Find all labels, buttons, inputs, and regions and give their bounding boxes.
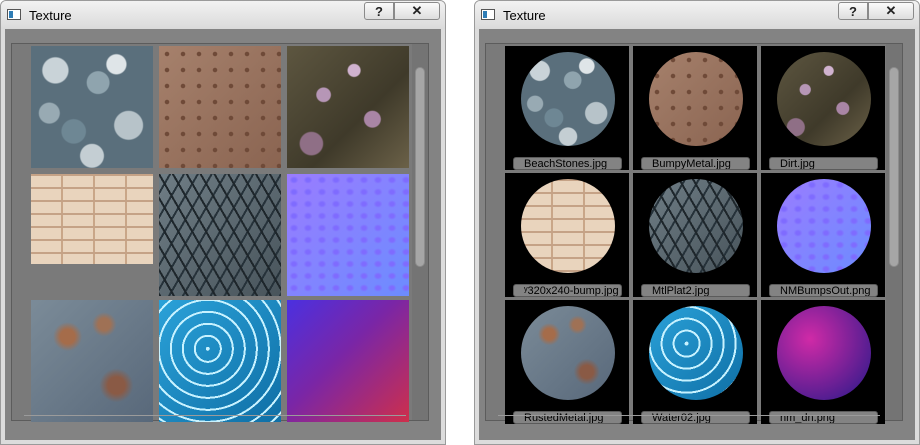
app-window-icon	[7, 9, 21, 20]
bottom-divider	[498, 415, 880, 416]
texture-item[interactable]: RustedMetal.jpg	[505, 300, 629, 424]
texture-tile-dirt[interactable]	[287, 46, 409, 168]
vertical-scrollbar[interactable]	[886, 44, 902, 420]
texture-sphere-preview	[649, 179, 743, 273]
texture-grid-panel	[11, 43, 429, 422]
texture-preview-grid: BeachStones.jpg BumpyMetal.jpg Dirt.jpg …	[502, 44, 886, 424]
help-button[interactable]: ?	[838, 2, 868, 20]
window-title: Texture	[29, 8, 72, 23]
texture-sphere-preview	[777, 52, 871, 146]
texture-filename: NMBumpsOut.png	[769, 284, 878, 297]
title-bar[interactable]: Texture ? ✕	[1, 1, 445, 29]
texture-tile-stones[interactable]	[31, 46, 153, 168]
texture-sphere-preview	[649, 306, 743, 400]
texture-filename: BeachStones.jpg	[513, 157, 622, 170]
texture-sphere-preview	[521, 52, 615, 146]
texture-tile-water[interactable]	[159, 300, 281, 422]
texture-sphere-preview	[777, 306, 871, 400]
texture-item[interactable]: nm_dn.png	[761, 300, 885, 424]
texture-sphere-preview	[521, 306, 615, 400]
texture-tile-nm-dn[interactable]	[287, 300, 409, 422]
texture-filename: RustedMetal.jpg	[513, 411, 622, 424]
texture-item[interactable]: BeachStones.jpg	[505, 46, 629, 170]
texture-grid	[28, 44, 412, 422]
texture-filename: BumpyMetal.jpg	[641, 157, 750, 170]
texture-item[interactable]: ʸ320x240-bump.jpg	[505, 173, 629, 297]
texture-sphere-preview	[777, 179, 871, 273]
window-content	[5, 29, 441, 440]
texture-window-grid: Texture ? ✕	[0, 0, 446, 445]
vertical-scrollbar[interactable]	[412, 44, 428, 420]
help-button[interactable]: ?	[364, 2, 394, 20]
texture-item[interactable]: BumpyMetal.jpg	[633, 46, 757, 170]
bottom-divider	[24, 415, 406, 416]
texture-window-preview: Texture ? ✕ BeachStones.jpg BumpyMetal.j…	[474, 0, 920, 445]
texture-tile-normal-bumps[interactable]	[287, 174, 409, 296]
texture-tile-bumpy-metal[interactable]	[159, 46, 281, 168]
texture-filename: ʸ320x240-bump.jpg	[513, 284, 622, 297]
texture-tile-metal-plate[interactable]	[159, 174, 281, 296]
texture-item[interactable]: Water02.jpg	[633, 300, 757, 424]
texture-filename: Water02.jpg	[641, 411, 750, 424]
texture-filename: nm_dn.png	[769, 411, 878, 424]
app-window-icon	[481, 9, 495, 20]
texture-tile-rusted-metal[interactable]	[31, 300, 153, 422]
title-bar[interactable]: Texture ? ✕	[475, 1, 919, 29]
scrollbar-thumb[interactable]	[889, 67, 899, 267]
texture-item[interactable]: MtlPlat2.jpg	[633, 173, 757, 297]
texture-item[interactable]: NMBumpsOut.png	[761, 173, 885, 297]
window-title: Texture	[503, 8, 546, 23]
texture-filename: MtlPlat2.jpg	[641, 284, 750, 297]
close-button[interactable]: ✕	[394, 2, 440, 20]
texture-sphere-preview	[649, 52, 743, 146]
texture-preview-panel: BeachStones.jpg BumpyMetal.jpg Dirt.jpg …	[485, 43, 903, 424]
texture-sphere-preview	[521, 179, 615, 273]
texture-item[interactable]: Dirt.jpg	[761, 46, 885, 170]
close-button[interactable]: ✕	[868, 2, 914, 20]
scrollbar-thumb[interactable]	[415, 67, 425, 267]
texture-tile-bricks[interactable]	[31, 174, 153, 264]
texture-filename: Dirt.jpg	[769, 157, 878, 170]
window-content: BeachStones.jpg BumpyMetal.jpg Dirt.jpg …	[479, 29, 915, 440]
